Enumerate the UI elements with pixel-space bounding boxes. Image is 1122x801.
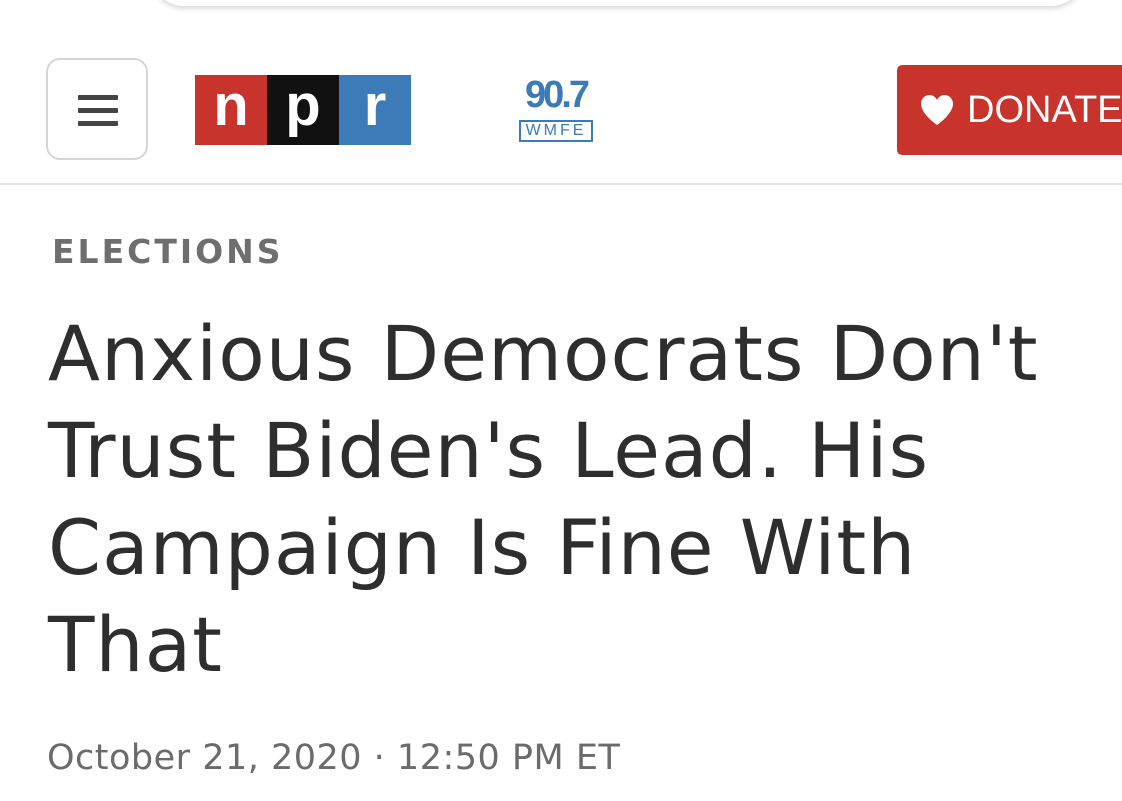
donate-label: DONATE bbox=[967, 88, 1122, 131]
npr-logo-letter-n: n bbox=[195, 75, 267, 145]
station-logo[interactable]: 90.7 WMFE bbox=[519, 74, 593, 143]
menu-button[interactable] bbox=[46, 58, 148, 160]
station-call-sign: WMFE bbox=[519, 120, 593, 142]
article-headline: Anxious Democrats Don't Trust Biden's Le… bbox=[48, 309, 1039, 689]
article-dateline: October 21, 2020 · 12:50 PM ET bbox=[47, 738, 621, 778]
heart-icon bbox=[921, 95, 953, 125]
station-frequency: 90.7 bbox=[525, 74, 590, 116]
hamburger-menu-icon-bar bbox=[78, 121, 118, 126]
npr-logo[interactable]: n p r bbox=[195, 75, 411, 145]
section-label[interactable]: ELECTIONS bbox=[52, 232, 284, 271]
hamburger-menu-icon bbox=[78, 95, 118, 100]
npr-logo-letter-r: r bbox=[339, 75, 411, 145]
hamburger-menu-icon-bar bbox=[78, 108, 118, 113]
site-header: n p r 90.7 WMFE DONATE bbox=[0, 0, 1122, 185]
donate-button[interactable]: DONATE bbox=[897, 65, 1122, 155]
npr-logo-letter-p: p bbox=[267, 75, 339, 145]
